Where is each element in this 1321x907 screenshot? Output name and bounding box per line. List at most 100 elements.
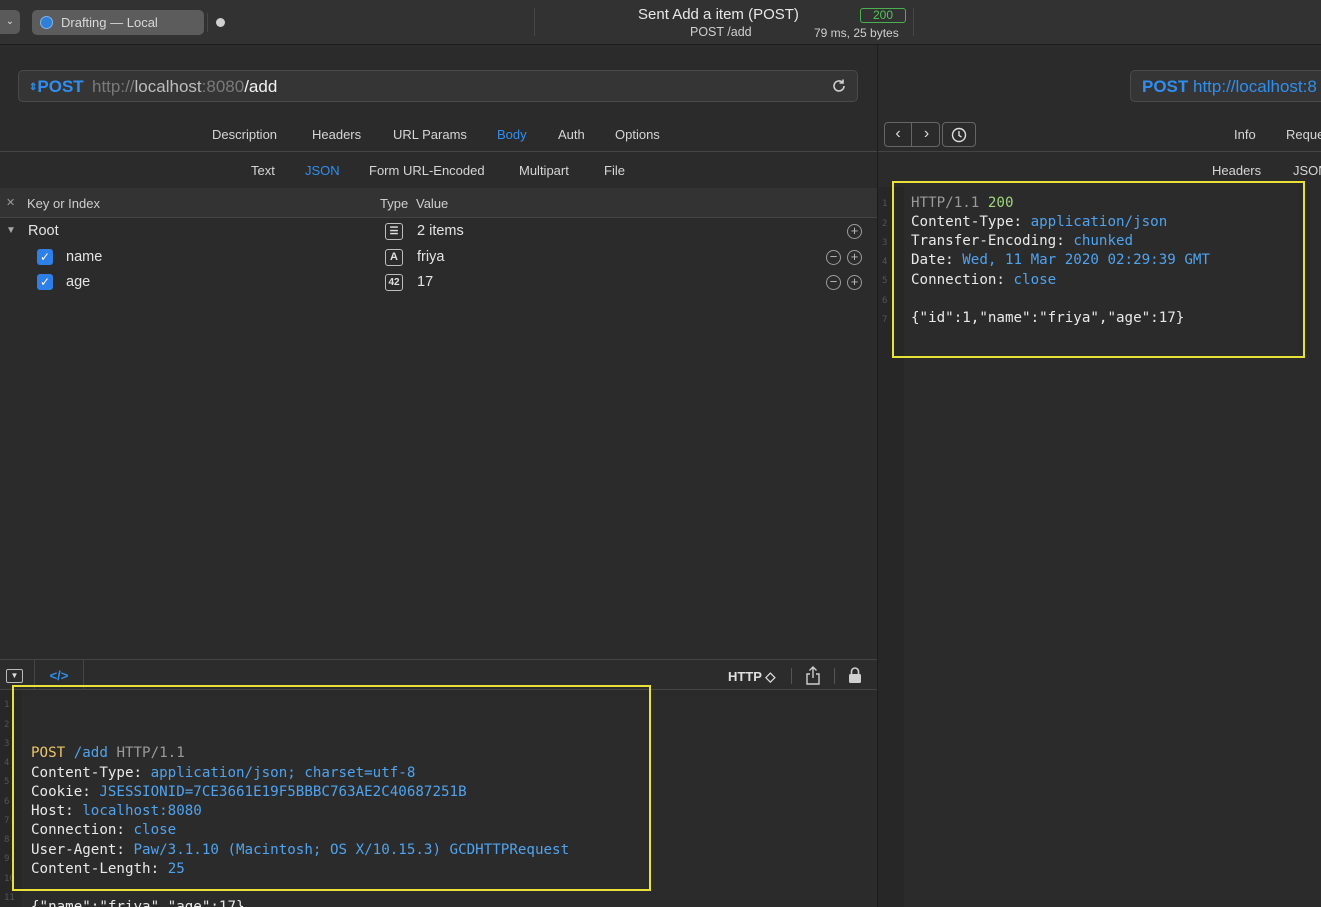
highlight-box bbox=[892, 181, 1305, 358]
line-number: 6 bbox=[882, 296, 888, 306]
divider bbox=[834, 668, 835, 684]
divider bbox=[913, 8, 914, 36]
response-url: http://localhost:8 bbox=[1193, 77, 1317, 96]
remove-row-icon[interactable]: − bbox=[826, 250, 841, 265]
tab-response-json[interactable]: JSON bbox=[1293, 163, 1321, 178]
status-code-badge: 200 bbox=[860, 8, 906, 23]
url-port: :8080 bbox=[201, 77, 245, 96]
tab-json[interactable]: JSON bbox=[305, 163, 340, 178]
add-row-icon[interactable]: + bbox=[847, 250, 862, 265]
row-key[interactable]: age bbox=[66, 274, 90, 290]
line-number: 3 bbox=[882, 238, 888, 248]
row-key[interactable]: name bbox=[66, 249, 102, 265]
line-number: 2 bbox=[882, 219, 888, 229]
tab-text[interactable]: Text bbox=[251, 163, 275, 178]
reload-icon[interactable] bbox=[831, 78, 847, 94]
method-label: POST bbox=[37, 77, 84, 96]
body-type-tabs: Text JSON Form URL-Encoded Multipart Fil… bbox=[0, 163, 877, 183]
line-number: 11 bbox=[4, 893, 15, 903]
response-pane: POST http://localhost:8 ‹ › Info Reque H… bbox=[877, 45, 1321, 907]
highlight-box bbox=[12, 685, 651, 891]
tab-url-params[interactable]: URL Params bbox=[393, 127, 467, 142]
url-host: localhost bbox=[134, 77, 202, 96]
window-menu-button[interactable]: ⌄ bbox=[0, 10, 20, 34]
line-number: 1 bbox=[882, 199, 888, 209]
divider bbox=[0, 151, 877, 152]
method-selector[interactable]: ⇕POST bbox=[29, 77, 84, 97]
tab-description[interactable]: Description bbox=[212, 127, 277, 142]
root-value: 2 items bbox=[417, 223, 464, 239]
tab-body[interactable]: Body bbox=[497, 127, 527, 142]
enabled-checkbox[interactable]: ✓ bbox=[37, 249, 53, 265]
request-tabs: Description Headers URL Params Body Auth… bbox=[0, 127, 877, 147]
tab-multipart[interactable]: Multipart bbox=[519, 163, 569, 178]
url-scheme: http:// bbox=[92, 77, 135, 96]
enabled-checkbox[interactable]: ✓ bbox=[37, 274, 53, 290]
tab-auth[interactable]: Auth bbox=[558, 127, 585, 142]
chevron-left-icon[interactable]: ‹ bbox=[885, 123, 912, 146]
status-title: Sent Add a item (POST) bbox=[638, 6, 799, 23]
status-path: POST /add bbox=[690, 25, 752, 39]
line-number: 2 bbox=[4, 720, 10, 730]
line-number: 7 bbox=[882, 315, 888, 325]
line-number: 9 bbox=[4, 854, 10, 864]
unsaved-dot-icon[interactable] bbox=[216, 18, 225, 27]
line-number: 6 bbox=[4, 797, 10, 807]
line-number: 4 bbox=[882, 257, 888, 267]
string-type-icon[interactable]: A bbox=[385, 249, 403, 266]
column-key: Key or Index bbox=[27, 196, 100, 211]
tab-headers[interactable]: Headers bbox=[312, 127, 361, 142]
tab-info[interactable]: Info bbox=[1234, 127, 1256, 142]
title-bar: ⌄ Drafting — Local Sent Add a item (POST… bbox=[0, 0, 1321, 45]
document-title: Drafting — Local bbox=[61, 15, 158, 30]
json-row-root[interactable]: ▼ Root ☰ 2 items + bbox=[0, 219, 877, 244]
format-selector[interactable]: HTTP ◇ bbox=[728, 669, 775, 685]
status-meta: 79 ms, 25 bytes bbox=[814, 26, 899, 40]
tab-response-headers[interactable]: Headers bbox=[1212, 163, 1261, 178]
line-number: 3 bbox=[4, 739, 10, 749]
collapse-all-icon[interactable]: ✕ bbox=[6, 197, 18, 209]
request-body: {"name":"friya","age":17} bbox=[31, 899, 245, 907]
column-type: Type bbox=[380, 196, 409, 211]
line-number: 1 bbox=[4, 700, 10, 710]
json-table-header: ✕ Key or Index Type Value bbox=[0, 188, 877, 218]
list-icon[interactable]: ☰ bbox=[385, 223, 403, 240]
tab-options[interactable]: Options bbox=[615, 127, 660, 142]
row-value[interactable]: friya bbox=[417, 249, 444, 265]
line-number: 5 bbox=[4, 777, 10, 787]
line-number: 5 bbox=[882, 276, 888, 286]
number-type-icon[interactable]: 42 bbox=[385, 274, 403, 291]
url-input[interactable]: http://localhost:8080/add bbox=[92, 77, 277, 97]
response-method: POST bbox=[1142, 77, 1189, 96]
document-tab[interactable]: Drafting — Local bbox=[32, 10, 225, 35]
divider bbox=[534, 8, 535, 36]
chevron-right-icon[interactable]: › bbox=[913, 123, 940, 146]
divider bbox=[878, 151, 1321, 152]
url-path: /add bbox=[244, 77, 278, 96]
disclosure-triangle-icon[interactable]: ▼ bbox=[6, 225, 16, 236]
add-row-icon[interactable]: + bbox=[847, 275, 862, 290]
response-url-bar[interactable]: POST http://localhost:8 bbox=[1130, 70, 1321, 102]
root-label: Root bbox=[28, 223, 59, 239]
url-bar[interactable]: ⇕POST http://localhost:8080/add bbox=[18, 70, 858, 102]
divider bbox=[791, 668, 792, 684]
panel-toggle-icon[interactable]: ▼ bbox=[6, 669, 23, 683]
json-row[interactable]: ✓ name A friya − + bbox=[0, 245, 877, 270]
line-number: 8 bbox=[4, 835, 10, 845]
lock-icon[interactable] bbox=[848, 666, 862, 684]
line-number: 4 bbox=[4, 758, 10, 768]
tab-form-url-encoded[interactable]: Form URL-Encoded bbox=[369, 163, 485, 178]
divider bbox=[207, 13, 208, 32]
remove-row-icon[interactable]: − bbox=[826, 275, 841, 290]
globe-icon bbox=[40, 16, 53, 29]
row-value[interactable]: 17 bbox=[417, 274, 433, 290]
tab-request[interactable]: Reque bbox=[1286, 127, 1321, 142]
add-row-icon[interactable]: + bbox=[847, 224, 862, 239]
history-nav: ‹ › bbox=[884, 122, 940, 147]
json-row[interactable]: ✓ age 42 17 − + bbox=[0, 270, 877, 295]
history-button[interactable] bbox=[942, 122, 976, 147]
line-number: 7 bbox=[4, 816, 10, 826]
share-icon[interactable] bbox=[805, 666, 821, 685]
tab-file[interactable]: File bbox=[604, 163, 625, 178]
column-value: Value bbox=[416, 196, 449, 211]
